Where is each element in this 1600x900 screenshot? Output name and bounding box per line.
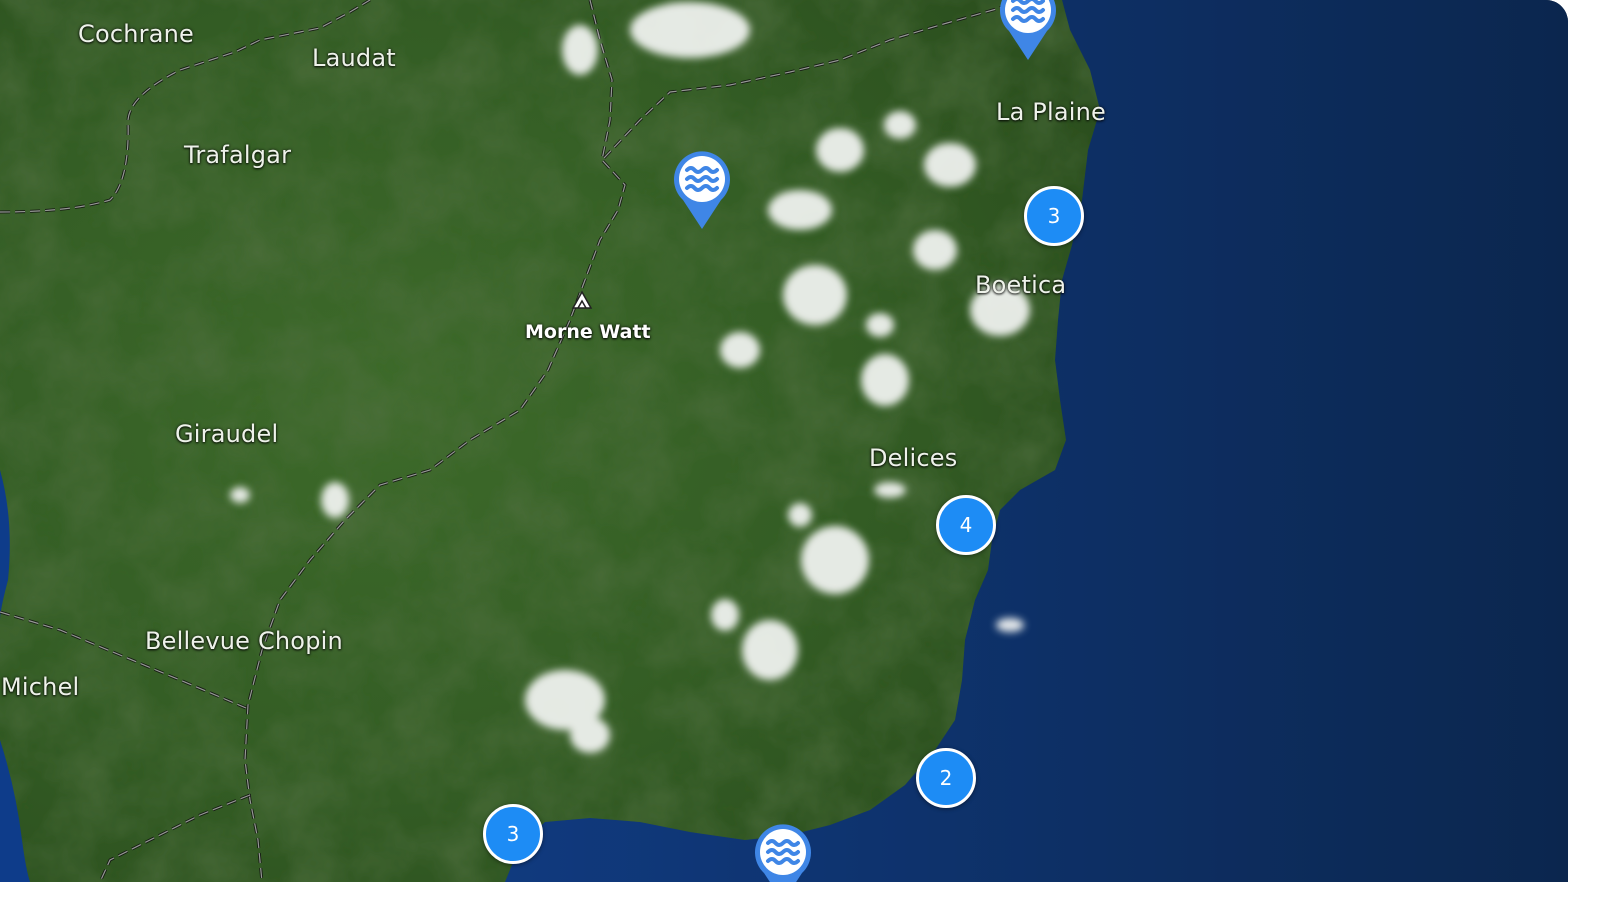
place-label-cochrane: Cochrane xyxy=(78,20,194,48)
cluster-marker[interactable]: 3 xyxy=(1024,186,1084,246)
water-waves-icon[interactable] xyxy=(996,0,1060,62)
water-waves-icon[interactable] xyxy=(670,145,734,231)
cluster-marker[interactable]: 2 xyxy=(916,748,976,808)
water-waves-icon[interactable] xyxy=(751,818,815,882)
place-label-boetica: Boetica xyxy=(975,271,1067,299)
place-label-trafalgar: Trafalgar xyxy=(184,141,292,169)
map-view[interactable]: Cochrane Laudat Trafalgar La Plaine Boet… xyxy=(0,0,1568,882)
cluster-marker[interactable]: 3 xyxy=(483,804,543,864)
cluster-marker[interactable]: 4 xyxy=(936,495,996,555)
place-label-bellevue-chopin: Bellevue Chopin xyxy=(145,627,343,655)
mountain-peak-icon xyxy=(571,290,593,309)
place-label-la-plaine: La Plaine xyxy=(996,98,1106,126)
peak-label-morne-watt: Morne Watt xyxy=(525,321,651,343)
place-label-delices: Delices xyxy=(869,444,958,472)
place-label-giraudel: Giraudel xyxy=(175,420,279,448)
place-label-michel: Michel xyxy=(1,673,80,701)
place-label-laudat: Laudat xyxy=(312,44,396,72)
